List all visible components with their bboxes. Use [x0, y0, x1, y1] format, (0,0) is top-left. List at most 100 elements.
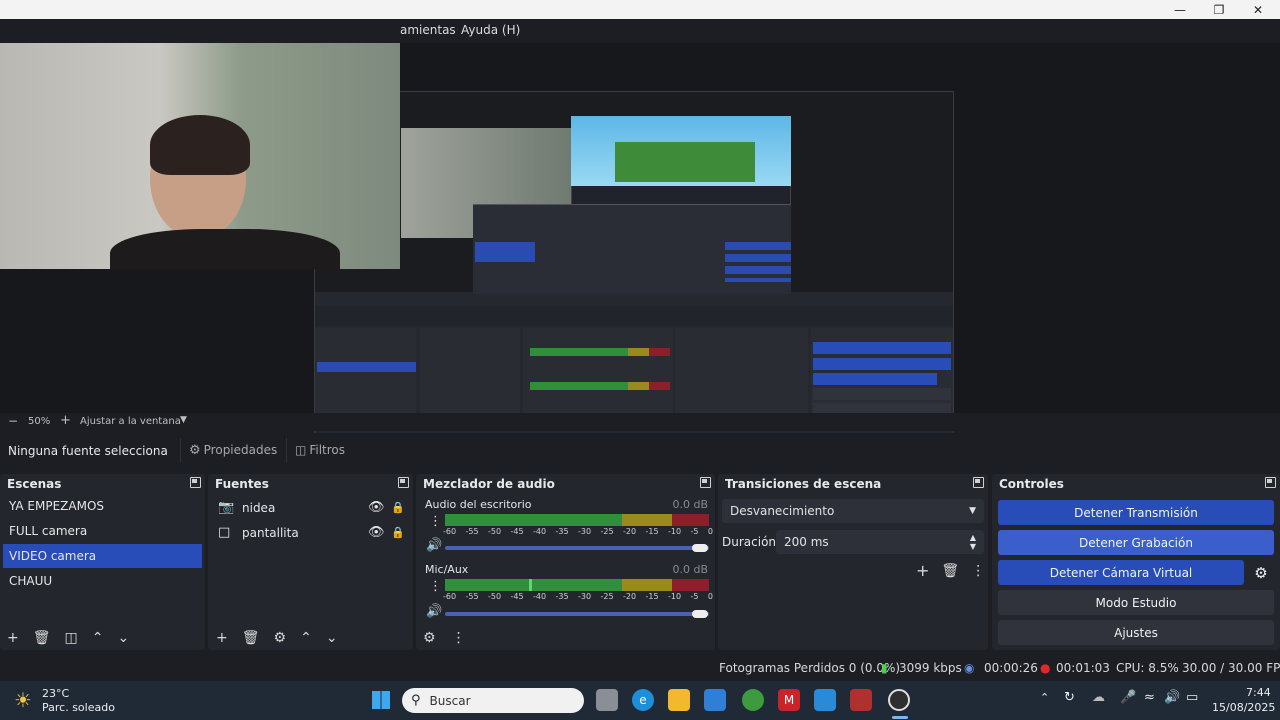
meter-tick-label: -15 [645, 527, 659, 536]
preview-canvas[interactable] [0, 43, 1280, 451]
lock-icon[interactable]: 🔒 [391, 526, 405, 539]
eye-icon[interactable]: 👁 [368, 500, 385, 515]
kebab-menu-icon[interactable]: ⋮ [971, 563, 985, 579]
properties-button[interactable]: ⚙ Propiedades [180, 438, 285, 462]
channel-db: 0.0 dB [672, 563, 708, 576]
sync-icon[interactable]: ↻ [1064, 690, 1075, 705]
kebab-menu-icon[interactable]: ⋮ [452, 630, 466, 646]
search-placeholder: Buscar [429, 693, 471, 708]
speaker-icon[interactable]: 🔊 [426, 604, 442, 619]
chevron-down-icon[interactable]: ⌄ [326, 630, 338, 646]
stop-recording-button[interactable]: Detener Grabación [998, 530, 1274, 555]
undock-icon[interactable] [973, 477, 984, 488]
menu-help[interactable]: Ayuda (H) [461, 23, 520, 37]
edge-icon[interactable]: e [632, 689, 654, 711]
link-icon[interactable]: ⚙ [423, 630, 436, 646]
scene-item[interactable]: CHAUU [3, 569, 202, 593]
chevron-down-icon[interactable]: ⌄ [117, 630, 129, 646]
meter-tick-label: -40 [533, 592, 547, 601]
gear-icon[interactable]: ⚙ [1248, 560, 1274, 585]
meter-tick-label: -45 [510, 527, 524, 536]
volume-icon[interactable]: 🔊 [1164, 690, 1180, 705]
meter-tick-label: -55 [465, 592, 479, 601]
add-transition-icon[interactable]: + [916, 561, 929, 580]
menu-tools[interactable]: amientas [400, 23, 456, 37]
wifi-icon[interactable]: ≈ [1144, 690, 1155, 705]
zoom-out-button[interactable]: − [8, 414, 18, 428]
speaker-icon[interactable]: 🔊 [426, 538, 442, 553]
chevron-up-icon[interactable]: ⌃ [92, 630, 104, 646]
kebab-menu-icon[interactable]: ⋮ [429, 514, 442, 529]
meter-ticks: -60 -55 -50 -45 -40 -35 -30 -25 -20 -15 -10 -5 0 [443, 527, 713, 536]
filters-button[interactable]: ◫ Filtros [286, 438, 353, 462]
scene-item[interactable]: FULL camera [3, 519, 202, 543]
app-icon[interactable] [814, 689, 836, 711]
trash-icon[interactable]: 🗑 [242, 630, 260, 646]
undock-icon[interactable] [700, 477, 711, 488]
duration-label: Duración [722, 535, 777, 549]
winrar-icon[interactable] [850, 689, 872, 711]
weather-text: Parc. soleado [42, 701, 115, 714]
eye-icon[interactable]: 👁 [368, 525, 385, 540]
kebab-menu-icon[interactable]: ⋮ [429, 579, 442, 594]
transition-select[interactable]: Desvanecimiento ▼ [722, 499, 984, 523]
volume-slider[interactable] [445, 612, 709, 616]
scene-item-selected[interactable]: VIDEO camera [3, 544, 202, 568]
filter-icon[interactable]: ◫ [65, 630, 78, 646]
chevron-up-icon[interactable]: ⌃ [300, 630, 312, 646]
source-item[interactable]: □ pantallita 👁 🔒 [218, 525, 408, 540]
no-source-label: Ninguna fuente selecciona [8, 444, 168, 458]
studio-mode-button[interactable]: Modo Estudio [998, 590, 1274, 615]
windows-start-icon[interactable] [370, 689, 392, 711]
trash-icon[interactable]: 🗑 [941, 563, 959, 579]
meter-tick-label: -35 [555, 527, 569, 536]
chevron-down-icon[interactable]: ▼ [180, 415, 187, 425]
source-item[interactable]: 📷 nidea 👁 🔒 [218, 500, 408, 515]
volume-slider[interactable] [445, 546, 709, 550]
stop-stream-button[interactable]: Detener Transmisión [998, 500, 1274, 525]
volume-slider-handle[interactable] [692, 610, 708, 618]
undock-icon[interactable] [398, 477, 409, 488]
stepper-icon[interactable]: ▲ ▼ [970, 533, 976, 551]
battery-icon[interactable]: ▭ [1186, 690, 1198, 705]
zoom-level: 50% [28, 416, 51, 427]
channel-db: 0.0 dB [672, 498, 708, 511]
clock-date[interactable]: 15/08/2025 [1212, 701, 1275, 714]
scene-item[interactable]: YA EMPEZAMOS [3, 494, 202, 518]
taskbar-search[interactable]: ⚲ Buscar [402, 688, 584, 713]
store-icon[interactable] [704, 689, 726, 711]
settings-button[interactable]: Ajustes [998, 620, 1274, 645]
duration-input[interactable]: 200 ms ▲ ▼ [776, 530, 984, 554]
zoom-in-button[interactable]: + [60, 413, 71, 428]
trash-icon[interactable]: 🗑 [33, 630, 51, 646]
meter-tick-label: -40 [533, 527, 547, 536]
stop-virtual-camera-button[interactable]: Detener Cámara Virtual [998, 560, 1244, 585]
meter-tick-label: 0 [707, 592, 713, 601]
meter-tick-label: -60 [443, 527, 457, 536]
fit-window-select[interactable]: Ajustar a la ventana [80, 416, 181, 427]
maximize-button[interactable]: ❐ [1199, 0, 1239, 19]
chevron-up-icon[interactable]: ⌃ [1040, 691, 1049, 704]
undock-icon[interactable] [1265, 477, 1276, 488]
clock-time[interactable]: 7:44 [1246, 686, 1271, 699]
cloud-icon[interactable]: ☁ [1092, 690, 1105, 705]
lock-icon[interactable]: 🔒 [391, 501, 405, 514]
chrome-icon[interactable] [742, 689, 764, 711]
file-explorer-icon[interactable] [668, 689, 690, 711]
task-view-icon[interactable] [596, 689, 618, 711]
volume-slider-handle[interactable] [692, 544, 708, 552]
add-source-icon[interactable]: + [216, 630, 228, 646]
minimize-button[interactable]: — [1160, 0, 1200, 19]
microphone-icon[interactable]: 🎤 [1120, 690, 1136, 705]
close-button[interactable]: ✕ [1238, 0, 1278, 19]
mcafee-icon[interactable]: M [778, 689, 800, 711]
broadcast-icon: ◉ [964, 661, 975, 675]
meter-tick-label: -25 [600, 527, 614, 536]
weather-icon[interactable]: ☀ [14, 688, 32, 712]
obs-icon[interactable] [888, 689, 910, 711]
dropped-frames: Fotogramas Perdidos 0 (0.0%) [719, 661, 901, 675]
gear-icon[interactable]: ⚙ [274, 630, 287, 646]
meter-tick-label: -20 [623, 527, 637, 536]
add-scene-icon[interactable]: + [7, 630, 19, 646]
undock-icon[interactable] [190, 477, 201, 488]
